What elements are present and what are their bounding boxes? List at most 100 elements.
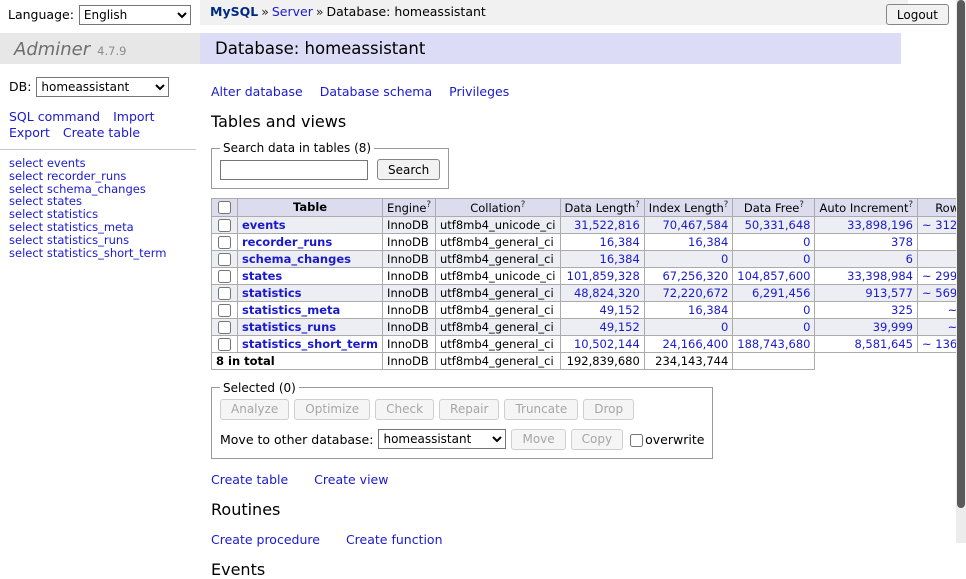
db-link-alter-database[interactable]: Alter database [211, 84, 303, 99]
engine-cell: InnoDB [383, 335, 436, 352]
table-name-link[interactable]: states [242, 269, 282, 283]
engine-cell: InnoDB [383, 301, 436, 318]
db-link-privileges[interactable]: Privileges [449, 84, 509, 99]
auto-increment-link[interactable]: 6 [906, 252, 913, 266]
row-select-cell [212, 335, 238, 352]
table-name-cell: schema_changes [238, 250, 383, 267]
row-select-checkbox[interactable] [218, 270, 231, 283]
scrollbar[interactable] [956, 0, 966, 543]
data-free-link[interactable]: 0 [803, 235, 810, 249]
data-length-link[interactable]: 49,152 [600, 303, 640, 317]
column-help-icon[interactable]: ? [799, 200, 804, 210]
index-length-link[interactable]: 70,467,584 [662, 218, 728, 232]
table-name-link[interactable]: statistics_short_term [242, 337, 378, 351]
search-button[interactable]: Search [377, 159, 440, 180]
row-select-checkbox[interactable] [218, 219, 231, 232]
table-name-cell: recorder_runs [238, 233, 383, 250]
sidebar-link-import[interactable]: Import [113, 109, 155, 124]
create-table-link[interactable]: Create table [211, 472, 288, 487]
table-name-link[interactable]: events [242, 218, 286, 232]
auto-increment-link[interactable]: 378 [891, 235, 913, 249]
collation-cell: utf8mb4_unicode_ci [435, 267, 560, 284]
data-free-link[interactable]: 0 [803, 320, 810, 334]
data-free-link[interactable]: 50,331,648 [745, 218, 811, 232]
sidebar-link-create-table[interactable]: Create table [63, 125, 140, 140]
move-button[interactable]: Move [511, 429, 565, 450]
auto-increment-link[interactable]: 39,999 [873, 320, 913, 334]
table-name-link[interactable]: schema_changes [242, 252, 351, 266]
index-length-link[interactable]: 16,384 [688, 303, 728, 317]
data-length-link[interactable]: 16,384 [600, 235, 640, 249]
row-select-checkbox[interactable] [218, 253, 231, 266]
index-length-link[interactable]: 72,220,672 [662, 286, 728, 300]
db-link-database-schema[interactable]: Database schema [320, 84, 432, 99]
auto-increment-link[interactable]: 325 [891, 303, 913, 317]
index-length-link[interactable]: 16,384 [688, 235, 728, 249]
breadcrumb: MySQL»Server»Database: homeassistant [200, 0, 908, 25]
row-select-checkbox[interactable] [218, 287, 231, 300]
collation-cell: utf8mb4_general_ci [435, 233, 560, 250]
create-function-link[interactable]: Create function [346, 532, 443, 547]
optimize-button[interactable]: Optimize [294, 399, 370, 420]
row-select-checkbox[interactable] [218, 321, 231, 334]
sidebar-select-link[interactable]: select [9, 246, 43, 260]
auto-increment-link[interactable]: 913,577 [865, 286, 913, 300]
move-db-select[interactable]: homeassistant [378, 429, 506, 449]
index-length-link[interactable]: 24,166,400 [662, 337, 728, 351]
search-input[interactable] [220, 160, 368, 180]
column-help-icon[interactable]: ? [724, 200, 729, 210]
column-help-icon[interactable]: ? [908, 200, 913, 210]
db-select[interactable]: homeassistant [36, 77, 169, 97]
auto-increment-link[interactable]: 33,898,196 [847, 218, 913, 232]
overwrite-checkbox[interactable] [630, 434, 643, 447]
engine-cell: InnoDB [383, 284, 436, 301]
column-help-icon[interactable]: ? [521, 200, 526, 210]
language-select[interactable]: English [79, 5, 191, 25]
create-view-link[interactable]: Create view [314, 472, 388, 487]
table-name-link[interactable]: recorder_runs [242, 235, 332, 249]
column-help-icon[interactable]: ? [426, 200, 431, 210]
scrollbar-thumb[interactable] [957, 0, 965, 508]
row-select-checkbox[interactable] [218, 338, 231, 351]
data-length-link[interactable]: 10,502,144 [574, 337, 640, 351]
sidebar-link-sql-command[interactable]: SQL command [9, 109, 100, 124]
sidebar-table-link-statistics-short-term[interactable]: statistics_short_term [47, 246, 167, 260]
auto-increment-link[interactable]: 33,398,984 [847, 269, 913, 283]
data-length-link[interactable]: 49,152 [600, 320, 640, 334]
data-free-link[interactable]: 0 [803, 303, 810, 317]
row-select-checkbox[interactable] [218, 236, 231, 249]
data-free-link[interactable]: 6,291,456 [752, 286, 811, 300]
auto-increment-link[interactable]: 8,581,645 [854, 337, 913, 351]
logout-button[interactable]: Logout [886, 4, 949, 25]
drop-button[interactable]: Drop [583, 399, 634, 420]
table-name-link[interactable]: statistics_meta [242, 303, 340, 317]
breadcrumb-server-link[interactable]: Server [272, 4, 313, 19]
truncate-button[interactable]: Truncate [504, 399, 578, 420]
index-length-link[interactable]: 0 [721, 320, 728, 334]
check-button[interactable]: Check [375, 399, 434, 420]
copy-button[interactable]: Copy [571, 429, 623, 450]
table-name-link[interactable]: statistics_runs [242, 320, 336, 334]
data-length-link[interactable]: 48,824,320 [574, 286, 640, 300]
data-length-link[interactable]: 31,522,816 [574, 218, 640, 232]
create-procedure-link[interactable]: Create procedure [211, 532, 320, 547]
column-header-auto-increment: Auto Increment? [815, 199, 918, 217]
routines-title: Routines [211, 500, 959, 519]
sidebar-link-export[interactable]: Export [9, 125, 50, 140]
analyze-button[interactable]: Analyze [220, 399, 289, 420]
table-name-link[interactable]: statistics [242, 286, 302, 300]
sidebar-table-item: select statistics_short_term [9, 247, 197, 260]
column-help-icon[interactable]: ? [635, 200, 640, 210]
repair-button[interactable]: Repair [439, 399, 499, 420]
data-free-link[interactable]: 104,857,600 [737, 269, 810, 283]
data-free-link[interactable]: 188,743,680 [737, 337, 810, 351]
index-length-cell: 0 [644, 250, 733, 267]
data-length-link[interactable]: 16,384 [600, 252, 640, 266]
select-all-checkbox[interactable] [218, 201, 231, 214]
breadcrumb-mysql-link[interactable]: MySQL [210, 4, 258, 19]
index-length-link[interactable]: 67,256,320 [662, 269, 728, 283]
row-select-checkbox[interactable] [218, 304, 231, 317]
data-length-link[interactable]: 101,859,328 [567, 269, 640, 283]
index-length-link[interactable]: 0 [721, 252, 728, 266]
data-free-link[interactable]: 0 [803, 252, 810, 266]
